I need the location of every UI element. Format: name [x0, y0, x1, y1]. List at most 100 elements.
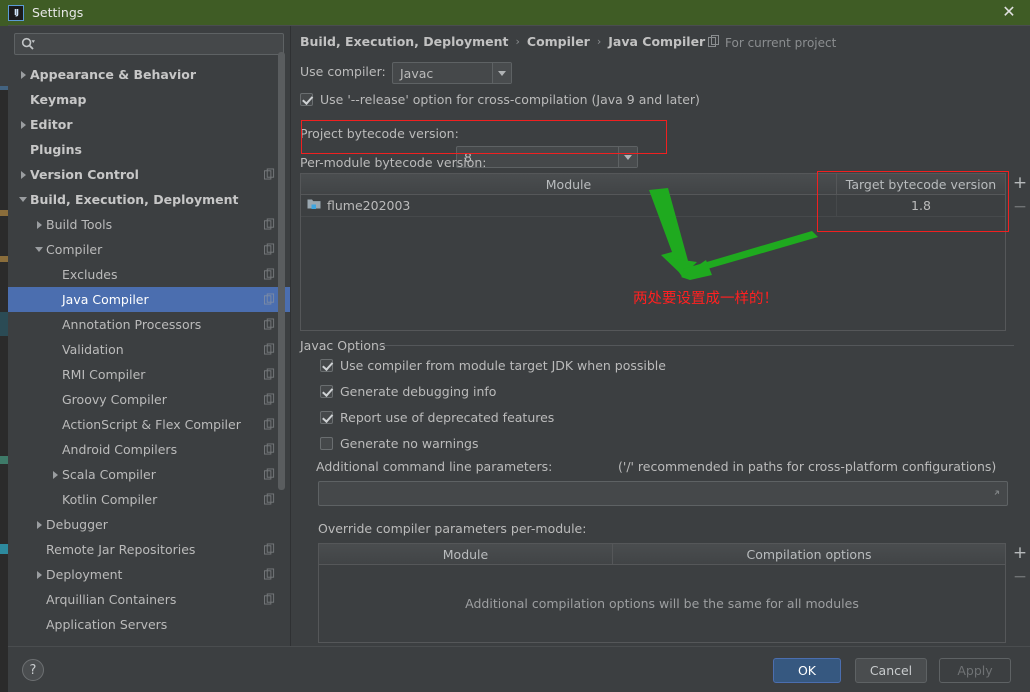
remove-override-button[interactable]: − [1013, 569, 1027, 586]
breadcrumb-item-2[interactable]: Java Compiler [608, 34, 705, 49]
breadcrumb-item-0[interactable]: Build, Execution, Deployment [300, 34, 508, 49]
chevron-down-icon[interactable] [492, 63, 511, 83]
sidebar-item-appearance-behavior[interactable]: Appearance & Behavior [8, 62, 290, 87]
sidebar-item-label: Compiler [46, 242, 103, 257]
module-table-col-module[interactable]: Module [301, 174, 837, 194]
sidebar-item-remote-jar-repositories[interactable]: Remote Jar Repositories [8, 537, 290, 562]
copy-scope-icon [264, 243, 275, 255]
settings-tree: Appearance & Behavior Keymap Editor Plugins… [8, 62, 290, 646]
chevron-down-icon[interactable] [32, 237, 46, 262]
sidebar-item-label: Deployment [46, 567, 123, 582]
override-table-col-module[interactable]: Module [319, 544, 613, 564]
sidebar-item-deployment[interactable]: Deployment [8, 562, 290, 587]
sidebar-item-label: Groovy Compiler [62, 392, 167, 407]
chevron-right-icon[interactable] [32, 212, 46, 237]
sidebar-item-plugins[interactable]: Plugins [8, 137, 290, 162]
table-row[interactable]: flume202003 1.8 [301, 195, 1005, 217]
module-target-version-cell[interactable]: 1.8 [837, 195, 1005, 216]
additional-params-row: Additional command line parameters: [316, 459, 552, 474]
additional-params-hint-row: ('/' recommended in paths for cross-plat… [618, 459, 996, 474]
generate-no-warnings-checkbox[interactable]: Generate no warnings [320, 436, 478, 451]
module-folder-icon [307, 198, 321, 213]
additional-params-hint: ('/' recommended in paths for cross-plat… [618, 459, 997, 474]
cancel-button[interactable]: Cancel [855, 658, 927, 683]
breadcrumb: Build, Execution, Deployment › Compiler … [300, 34, 705, 49]
sidebar-item-kotlin-compiler[interactable]: Kotlin Compiler [8, 487, 290, 512]
sidebar-scrollbar-track[interactable] [278, 26, 288, 610]
expand-field-icon[interactable] [991, 487, 1002, 501]
sidebar-item-label: Android Compilers [62, 442, 178, 457]
sidebar-item-scala-compiler[interactable]: Scala Compiler [8, 462, 290, 487]
settings-dialog: IJ Settings ✕ Appearance & Behavior Keyma… [0, 0, 1030, 692]
sidebar-item-validation[interactable]: Validation [8, 337, 290, 362]
add-module-button[interactable]: + [1013, 175, 1027, 192]
project-bytecode-label: Project bytecode version: [300, 126, 459, 141]
ok-button[interactable]: OK [773, 658, 841, 683]
tree-twisty-empty [16, 137, 30, 162]
chevron-down-icon[interactable] [16, 187, 30, 212]
sidebar-item-debugger[interactable]: Debugger [8, 512, 290, 537]
module-table-col-target[interactable]: Target bytecode version [837, 174, 1005, 194]
for-current-project-label: For current project [708, 35, 836, 50]
help-button[interactable]: ? [22, 659, 44, 681]
sidebar-item-annotation-processors[interactable]: Annotation Processors [8, 312, 290, 337]
chevron-right-icon[interactable] [16, 62, 30, 87]
sidebar-item-label: Keymap [30, 92, 87, 107]
sidebar-item-compiler[interactable]: Compiler [8, 237, 290, 262]
sidebar-item-build-tools[interactable]: Build Tools [8, 212, 290, 237]
copy-scope-icon [264, 368, 275, 380]
sidebar-item-label: Build Tools [46, 217, 113, 232]
sidebar-item-android-compilers[interactable]: Android Compilers [8, 437, 290, 462]
sidebar-item-label: Debugger [46, 517, 108, 532]
override-params-table[interactable]: Module Compilation options Additional co… [318, 543, 1006, 643]
additional-params-input[interactable] [318, 481, 1008, 506]
search-box[interactable] [14, 33, 284, 55]
use-compiler-select[interactable]: Javac [392, 62, 512, 84]
module-name-cell[interactable]: flume202003 [301, 195, 837, 216]
sidebar-item-rmi-compiler[interactable]: RMI Compiler [8, 362, 290, 387]
sidebar-item-build-execution-deployment[interactable]: Build, Execution, Deployment [8, 187, 290, 212]
sidebar-item-editor[interactable]: Editor [8, 112, 290, 137]
sidebar-item-application-servers[interactable]: Application Servers [8, 612, 290, 637]
tree-twisty-empty [48, 412, 62, 437]
breadcrumb-item-1[interactable]: Compiler [527, 34, 590, 49]
intellij-idea-icon: IJ [8, 4, 24, 21]
override-table-empty-text: Additional compilation options will be t… [465, 596, 859, 611]
sidebar-item-label: Application Servers [46, 617, 168, 632]
chevron-right-icon[interactable] [32, 562, 46, 587]
chevron-right-icon[interactable] [48, 462, 62, 487]
sidebar-item-label: Plugins [30, 142, 82, 157]
override-table-col-options[interactable]: Compilation options [613, 544, 1005, 564]
report-deprecated-checkbox[interactable]: Report use of deprecated features [320, 410, 554, 425]
use-release-option-checkbox[interactable]: Use '--release' option for cross-compila… [300, 92, 700, 107]
use-module-jdk-compiler-checkbox[interactable]: Use compiler from module target JDK when… [320, 358, 666, 373]
close-icon[interactable]: ✕ [998, 2, 1020, 22]
tree-twisty-empty [48, 487, 62, 512]
sidebar-item-keymap[interactable]: Keymap [8, 87, 290, 112]
generate-debugging-info-checkbox[interactable]: Generate debugging info [320, 384, 496, 399]
sidebar-item-actionscript-flex-compiler[interactable]: ActionScript & Flex Compiler [8, 412, 290, 437]
add-override-button[interactable]: + [1013, 545, 1027, 562]
sidebar-scrollbar-thumb[interactable] [278, 52, 285, 490]
chevron-right-icon[interactable] [16, 162, 30, 187]
use-compiler-row: Use compiler: [300, 64, 386, 79]
copy-scope-icon [264, 218, 275, 230]
checkbox-box [320, 359, 333, 372]
apply-button[interactable]: Apply [939, 658, 1011, 683]
sidebar-item-excludes[interactable]: Excludes [8, 262, 290, 287]
project-bytecode-row: Project bytecode version: [300, 126, 459, 141]
sidebar-item-version-control[interactable]: Version Control [8, 162, 290, 187]
tree-twisty-empty [32, 612, 46, 637]
search-input[interactable] [38, 36, 268, 52]
chevron-right-icon[interactable] [16, 112, 30, 137]
chevron-right-icon[interactable] [32, 512, 46, 537]
generate-no-warnings-label: Generate no warnings [340, 436, 479, 451]
override-params-row: Override compiler parameters per-module: [318, 521, 586, 536]
tree-twisty-empty [48, 387, 62, 412]
sidebar-item-java-compiler[interactable]: Java Compiler [8, 287, 290, 312]
sidebar-item-arquillian-containers[interactable]: Arquillian Containers [8, 587, 290, 612]
sidebar-item-groovy-compiler[interactable]: Groovy Compiler [8, 387, 290, 412]
generate-debugging-info-label: Generate debugging info [340, 384, 497, 399]
remove-module-button[interactable]: − [1013, 199, 1027, 216]
chevron-down-icon[interactable] [618, 147, 637, 167]
